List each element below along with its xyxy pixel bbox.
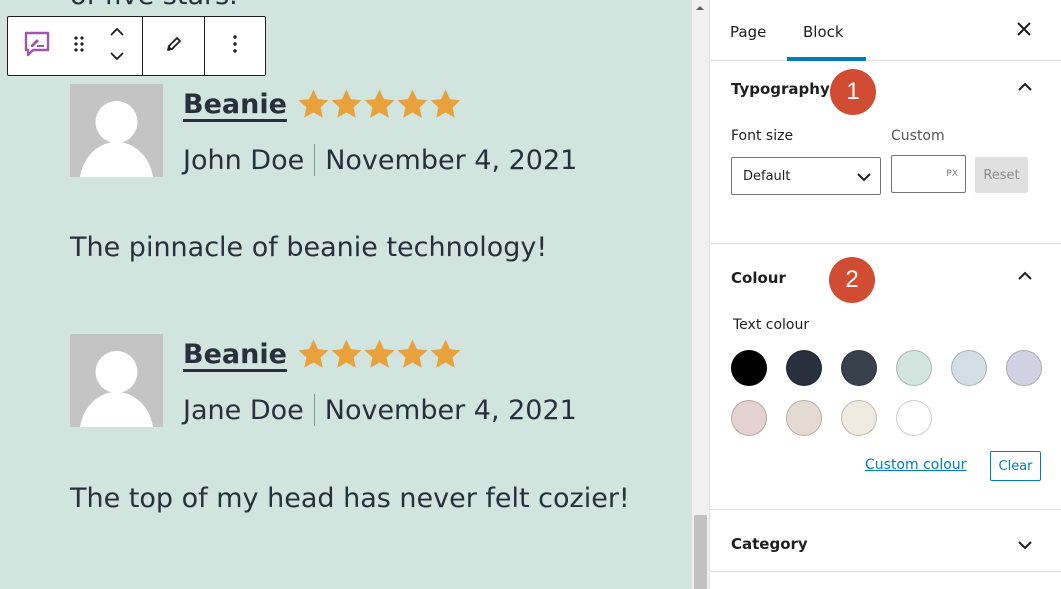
star-icon — [430, 339, 461, 368]
product-link[interactable]: Beanie — [183, 89, 287, 120]
colour-swatch[interactable] — [786, 400, 822, 436]
review-author: John Doe — [183, 144, 305, 176]
colour-swatch[interactable] — [841, 400, 877, 436]
scroll-up-arrow-icon[interactable] — [696, 6, 704, 10]
block-toolbar — [7, 16, 266, 76]
chevron-down-icon — [1017, 536, 1033, 555]
step-badge: 1 — [830, 69, 876, 115]
star-icon — [298, 339, 329, 368]
colour-swatch[interactable] — [896, 400, 932, 436]
colour-collapse-button[interactable] — [1017, 267, 1033, 286]
custom-size-label: Custom — [891, 128, 945, 144]
typography-collapse-button[interactable] — [1017, 78, 1033, 97]
edit-button[interactable] — [143, 17, 204, 75]
edit-pencil-icon — [165, 35, 183, 58]
step-badge: 2 — [829, 257, 875, 303]
star-icon — [331, 89, 362, 118]
colour-swatch[interactable] — [1006, 350, 1042, 386]
clear-colour-button[interactable]: Clear — [990, 451, 1041, 481]
panel-divider — [710, 571, 1061, 572]
colour-swatch[interactable] — [896, 350, 932, 386]
chevron-down-icon — [857, 173, 871, 182]
custom-colour-link[interactable]: Custom colour — [865, 457, 966, 473]
chevron-up-icon — [1017, 267, 1033, 286]
chevron-up-icon — [1017, 78, 1033, 97]
review-content: The top of my head has never felt cozier… — [70, 483, 630, 514]
avatar — [70, 334, 163, 427]
review-date: November 4, 2021 — [325, 144, 578, 176]
star-icon — [364, 339, 395, 368]
star-icon — [430, 89, 461, 118]
drag-handle[interactable] — [66, 17, 92, 75]
review-date: November 4, 2021 — [324, 394, 577, 426]
meta-separator — [313, 394, 315, 426]
typography-panel-toggle[interactable]: Typography — [731, 80, 830, 98]
colour-swatch[interactable] — [841, 350, 877, 386]
unit-label: PX — [946, 169, 958, 179]
more-options-button[interactable] — [205, 17, 265, 75]
star-icon — [397, 89, 428, 118]
meta-separator — [314, 144, 316, 176]
paragraph-text: of five stars. — [70, 0, 238, 11]
colour-swatch[interactable] — [786, 350, 822, 386]
review-content: The pinnacle of beanie technology! — [70, 232, 548, 263]
custom-font-size-input[interactable]: PX — [891, 155, 966, 193]
star-rating — [297, 338, 462, 371]
tab-page[interactable]: Page — [730, 23, 766, 41]
canvas-scrollbar[interactable] — [692, 0, 709, 589]
star-icon — [364, 89, 395, 118]
scrollbar-thumb[interactable] — [694, 515, 707, 589]
close-sidebar-button[interactable] — [1015, 20, 1033, 42]
panel-divider — [710, 509, 1061, 510]
editor-canvas: of five stars. — [0, 0, 692, 589]
tab-block[interactable]: Block — [803, 23, 844, 41]
active-tab-indicator — [787, 57, 866, 61]
colour-swatch[interactable] — [731, 400, 767, 436]
colour-swatch[interactable] — [731, 350, 767, 386]
star-icon — [397, 339, 428, 368]
star-icon — [331, 339, 362, 368]
reset-button[interactable]: Reset — [975, 157, 1028, 193]
font-size-select[interactable]: Default — [731, 157, 881, 195]
category-expand-button[interactable] — [1017, 536, 1033, 555]
move-down-icon[interactable] — [109, 49, 125, 67]
colour-panel-toggle[interactable]: Colour — [731, 269, 786, 287]
more-options-icon — [233, 34, 237, 58]
close-icon — [1015, 22, 1033, 42]
star-icon — [298, 89, 329, 118]
review-author: Jane Doe — [183, 394, 304, 426]
move-up-icon[interactable] — [109, 25, 125, 43]
settings-sidebar: Page Block Typography 1 Font size Custom… — [709, 0, 1061, 589]
star-rating — [297, 88, 462, 121]
sidebar-tabs: Page Block — [710, 0, 1061, 61]
font-size-value: Default — [743, 168, 791, 184]
colour-swatch[interactable] — [951, 350, 987, 386]
review-block-icon — [24, 31, 50, 62]
drag-handle-icon — [73, 35, 85, 58]
text-colour-label: Text colour — [733, 317, 810, 333]
avatar — [70, 84, 163, 177]
font-size-label: Font size — [731, 128, 794, 144]
panel-divider — [710, 243, 1061, 244]
block-type-button[interactable] — [8, 17, 66, 75]
category-panel-toggle[interactable]: Category — [731, 535, 808, 553]
product-link[interactable]: Beanie — [183, 339, 287, 370]
